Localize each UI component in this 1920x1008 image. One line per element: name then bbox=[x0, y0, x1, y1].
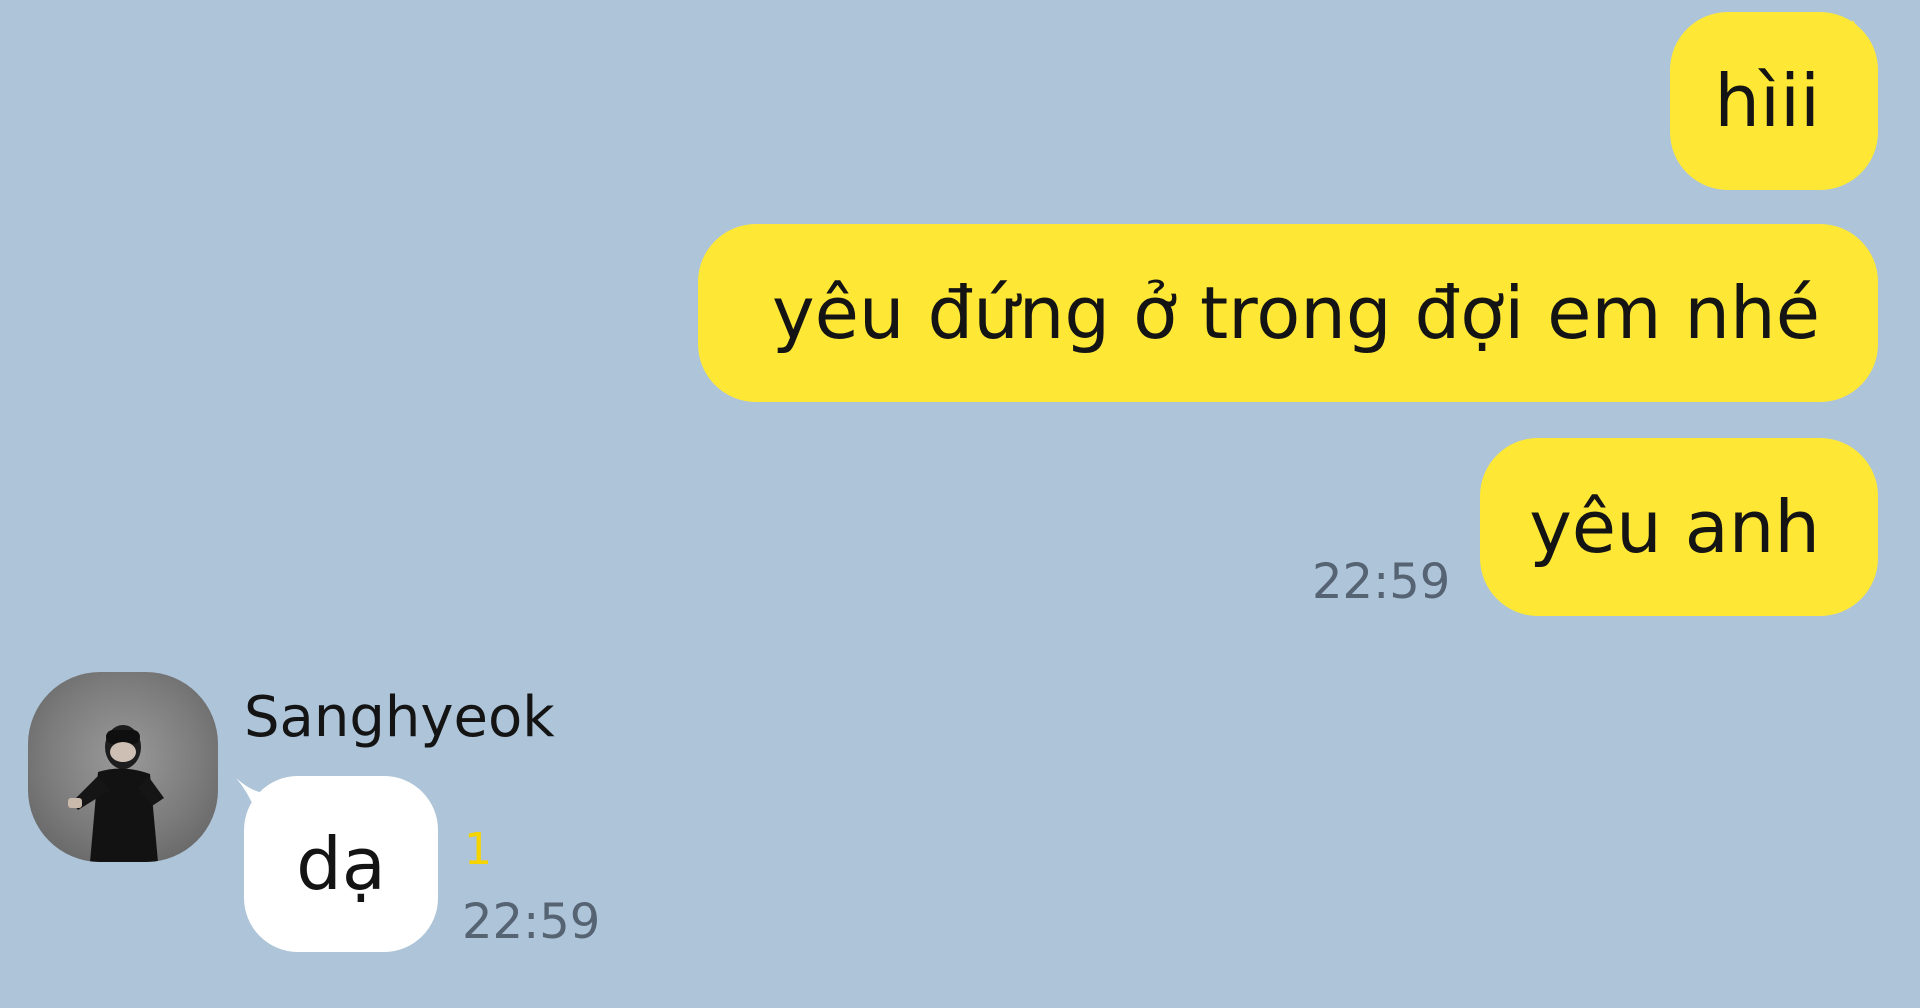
message-text: yêu anh bbox=[1529, 485, 1820, 569]
message-text: yêu đứng ở trong đợi em nhé bbox=[772, 271, 1820, 355]
profile-photo-icon bbox=[68, 725, 164, 862]
message-timestamp: 22:59 bbox=[462, 894, 601, 950]
unread-count: 1 bbox=[464, 824, 492, 875]
outgoing-message[interactable]: hìii bbox=[1670, 12, 1878, 190]
message-text: hìii bbox=[1714, 59, 1820, 143]
outgoing-message[interactable]: yêu anh bbox=[1480, 438, 1878, 616]
avatar[interactable] bbox=[28, 672, 218, 862]
outgoing-message[interactable]: yêu đứng ở trong đợi em nhé bbox=[698, 224, 1878, 402]
chat-view: hìii yêu đứng ở trong đợi em nhé yêu anh… bbox=[0, 0, 1920, 1008]
sender-name: Sanghyeok bbox=[244, 685, 555, 750]
message-text: dạ bbox=[296, 822, 386, 906]
incoming-message[interactable]: dạ bbox=[244, 776, 438, 952]
message-timestamp: 22:59 bbox=[1312, 554, 1451, 610]
